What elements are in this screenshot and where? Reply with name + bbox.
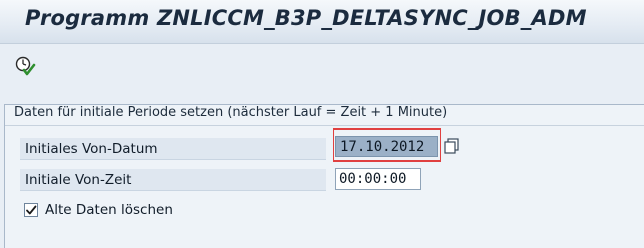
execute-clock-check-icon[interactable]	[14, 55, 38, 77]
delete-old-data-label[interactable]: Alte Daten löschen	[45, 200, 173, 220]
date-field[interactable]	[335, 136, 438, 157]
value-help-icon[interactable]	[443, 137, 461, 155]
time-field[interactable]	[335, 168, 421, 190]
page-title: Programm ZNLICCM_B3P_DELTASYNC_JOB_ADM	[25, 6, 587, 30]
delete-old-data-checkbox[interactable]	[24, 203, 38, 217]
group-title: Daten für initiale Periode setzen (nächs…	[14, 105, 448, 120]
time-label: Initiale Von-Zeit	[20, 169, 326, 191]
application-toolbar	[0, 44, 644, 96]
date-label: Initiales Von-Datum	[20, 138, 326, 160]
title-bar: Programm ZNLICCM_B3P_DELTASYNC_JOB_ADM	[0, 0, 644, 44]
group-divider	[5, 125, 644, 126]
